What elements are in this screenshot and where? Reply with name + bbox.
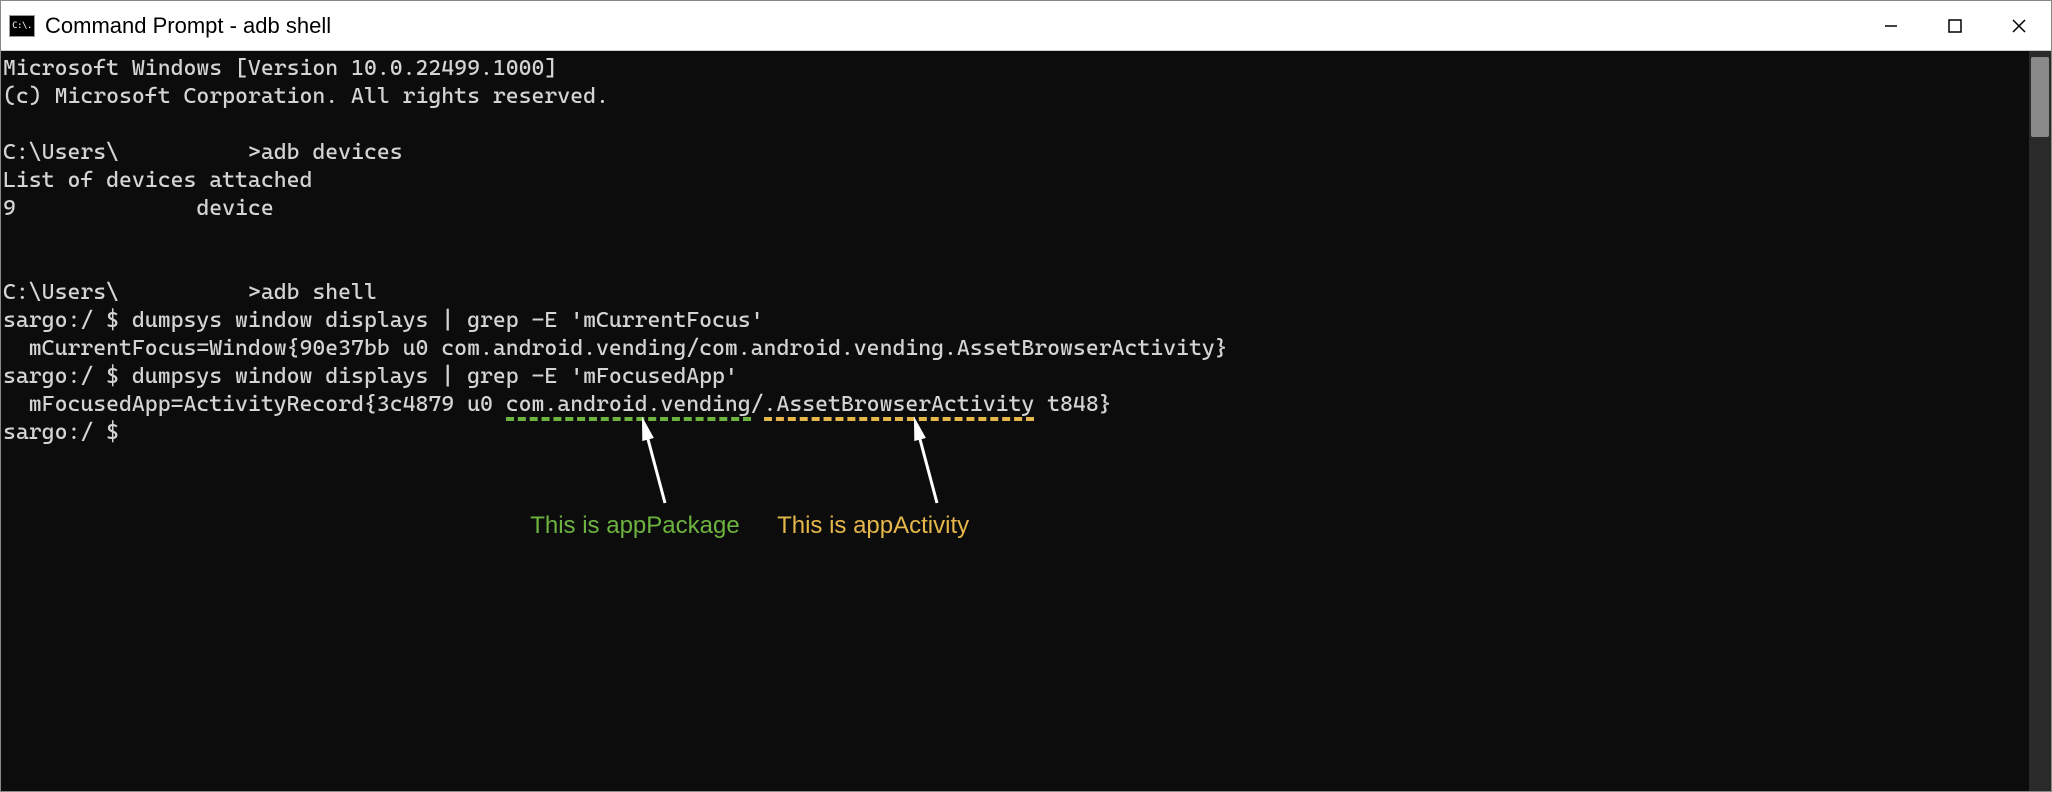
minimize-icon [1883,18,1899,34]
scrollbar-thumb[interactable] [2031,57,2049,137]
window: C:\. Command Prompt - adb shell Microsof… [0,0,2052,792]
close-button[interactable] [1987,1,2051,50]
maximize-button[interactable] [1923,1,1987,50]
cmd-icon-text: C:\. [12,21,32,31]
maximize-icon [1947,18,1963,34]
window-title: Command Prompt - adb shell [45,13,1859,39]
window-controls [1859,1,2051,50]
close-icon [2011,18,2027,34]
terminal-output: Microsoft Windows [Version 10.0.22499.10… [1,51,2029,791]
scrollbar-vertical[interactable] [2029,51,2051,791]
cmd-icon: C:\. [9,15,35,37]
terminal[interactable]: Microsoft Windows [Version 10.0.22499.10… [1,51,2051,791]
minimize-button[interactable] [1859,1,1923,50]
titlebar[interactable]: C:\. Command Prompt - adb shell [1,1,2051,51]
